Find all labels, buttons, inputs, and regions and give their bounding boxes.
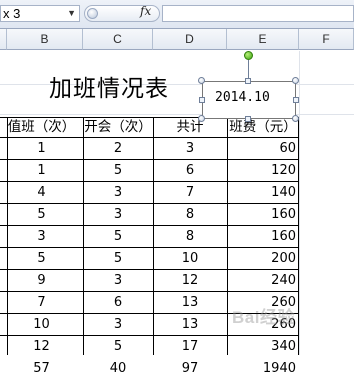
cell-meeting[interactable]: 5: [83, 160, 153, 182]
cell-total[interactable]: 8: [153, 204, 227, 226]
column-header-b[interactable]: B: [7, 29, 83, 50]
cell-duty[interactable]: 1: [0, 160, 83, 182]
cell-fee[interactable]: 60: [227, 138, 298, 160]
header-total[interactable]: 共计: [153, 116, 227, 138]
column-header-e[interactable]: E: [227, 29, 299, 50]
header-fee[interactable]: 班费（元）: [227, 116, 299, 138]
cell-total[interactable]: 10: [153, 248, 227, 270]
resize-handle-left[interactable]: [199, 97, 205, 103]
cell-duty[interactable]: 5: [0, 248, 83, 270]
cell-total[interactable]: 6: [153, 160, 227, 182]
text-box[interactable]: 2014.10: [202, 81, 296, 119]
cell-meeting[interactable]: 5: [83, 226, 153, 248]
header-duty[interactable]: 值班（次）: [0, 116, 83, 138]
column-header-d[interactable]: D: [153, 29, 227, 50]
sheet-title: 加班情况表: [49, 76, 169, 102]
cell-duty[interactable]: 10: [0, 314, 83, 336]
header-meeting[interactable]: 开会（次）: [83, 116, 153, 138]
resize-handle-top[interactable]: [245, 78, 251, 84]
column-header-a[interactable]: [0, 29, 7, 50]
cell-duty[interactable]: 7: [0, 292, 83, 314]
cell-meeting[interactable]: 3: [83, 182, 153, 204]
column-header-f[interactable]: F: [299, 29, 354, 50]
resize-handle-bottom-right[interactable]: [292, 115, 299, 122]
cell-total[interactable]: 12: [153, 270, 227, 292]
cell-meeting[interactable]: 3: [83, 204, 153, 226]
cell-total[interactable]: 3: [153, 138, 227, 160]
cell-fee[interactable]: 240: [227, 270, 298, 292]
cell-fee[interactable]: 120: [227, 160, 298, 182]
cell-total[interactable]: 7: [153, 182, 227, 204]
cell-meeting[interactable]: 5: [83, 248, 153, 270]
cell-total[interactable]: 8: [153, 226, 227, 248]
cell-total[interactable]: 13: [153, 314, 227, 336]
cell-duty[interactable]: 3: [0, 226, 83, 248]
splitter-knob-icon[interactable]: [87, 8, 98, 19]
resize-handle-right[interactable]: [293, 97, 299, 103]
cell-duty[interactable]: 57: [0, 358, 83, 380]
cell-fee[interactable]: 200: [227, 248, 298, 270]
cell-fee[interactable]: 160: [227, 226, 298, 248]
cell-duty[interactable]: 1: [0, 138, 83, 160]
cell-fee[interactable]: 140: [227, 182, 298, 204]
resize-handle-bottom-left[interactable]: [198, 115, 205, 122]
cell-meeting[interactable]: 6: [83, 292, 153, 314]
cell-meeting[interactable]: 3: [83, 314, 153, 336]
column-headers: B C D E F: [0, 29, 354, 51]
resize-handle-top-left[interactable]: [198, 77, 205, 84]
cell-meeting[interactable]: 2: [83, 138, 153, 160]
cell-fee[interactable]: 160: [227, 204, 298, 226]
resize-handle-bottom[interactable]: [245, 116, 251, 122]
cell-meeting[interactable]: 3: [83, 270, 153, 292]
baidu-watermark: Bai经验: [232, 308, 295, 327]
column-header-c[interactable]: C: [83, 29, 153, 50]
formula-bar: x 3 ▼ fx: [0, 0, 354, 29]
cell-total[interactable]: 13: [153, 292, 227, 314]
cell-duty[interactable]: 9: [0, 270, 83, 292]
text-box-text[interactable]: 2014.10: [215, 90, 270, 105]
name-box[interactable]: x 3 ▼: [0, 5, 80, 22]
cell-meeting[interactable]: 40: [83, 358, 153, 380]
resize-handle-top-right[interactable]: [292, 77, 299, 84]
rotate-handle-icon[interactable]: [244, 51, 253, 60]
chevron-down-icon[interactable]: ▼: [67, 6, 76, 21]
cell-fee[interactable]: 1940: [227, 358, 298, 380]
name-box-value: x 3: [3, 6, 21, 21]
worksheet-grid[interactable]: 加班情况表 值班（次） 开会（次） 共计 班费（元） 1 2 3 60 1 5 6 120 4 3…: [0, 51, 354, 376]
formula-input[interactable]: [162, 5, 354, 22]
cell-duty[interactable]: 5: [0, 204, 83, 226]
rotation-stem: [248, 60, 249, 78]
insert-function-button[interactable]: fx: [140, 4, 151, 18]
cell-total[interactable]: 97: [153, 358, 227, 380]
cell-duty[interactable]: 4: [0, 182, 83, 204]
